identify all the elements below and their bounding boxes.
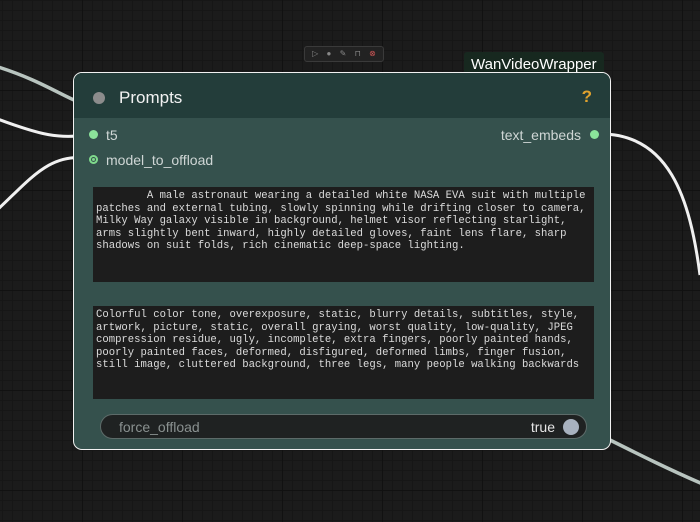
wire-into-prompts xyxy=(0,65,84,106)
node-header[interactable]: Prompts ? xyxy=(74,73,610,118)
force-offload-value: true xyxy=(530,419,555,435)
node-title: Prompts xyxy=(119,88,183,107)
force-offload-label: force_offload xyxy=(119,419,200,435)
force-offload-toggle[interactable]: force_offload true xyxy=(100,414,587,439)
output-slot-text-embeds[interactable] xyxy=(590,130,599,139)
prompts-node[interactable]: Prompts ? t5 model_to_offload text_embed… xyxy=(73,72,611,450)
input-label-t5: t5 xyxy=(106,127,118,143)
copy-icon[interactable]: ⊓ xyxy=(355,49,361,59)
bypass-icon[interactable]: ● xyxy=(327,49,332,59)
help-icon[interactable]: ? xyxy=(582,87,592,107)
input-slot-t5[interactable] xyxy=(89,130,98,139)
input-label-model-to-offload: model_to_offload xyxy=(106,152,214,168)
input-slot-model-to-offload[interactable] xyxy=(89,155,98,164)
node-toolbar: ▷ ● ✎ ⊓ ⊗ xyxy=(304,46,384,62)
wire-bottom-right xyxy=(605,436,700,485)
output-label-text-embeds: text_embeds xyxy=(500,127,581,143)
pin-icon[interactable]: ✎ xyxy=(340,49,347,59)
collapse-toggle[interactable] xyxy=(93,92,105,104)
play-icon[interactable]: ▷ xyxy=(312,49,318,59)
negative-prompt-textarea[interactable]: Colorful color tone, overexposure, stati… xyxy=(93,306,594,399)
delete-icon[interactable]: ⊗ xyxy=(369,49,376,59)
toggle-knob[interactable] xyxy=(563,419,579,435)
positive-prompt-textarea[interactable]: A male astronaut wearing a detailed whit… xyxy=(93,187,594,282)
